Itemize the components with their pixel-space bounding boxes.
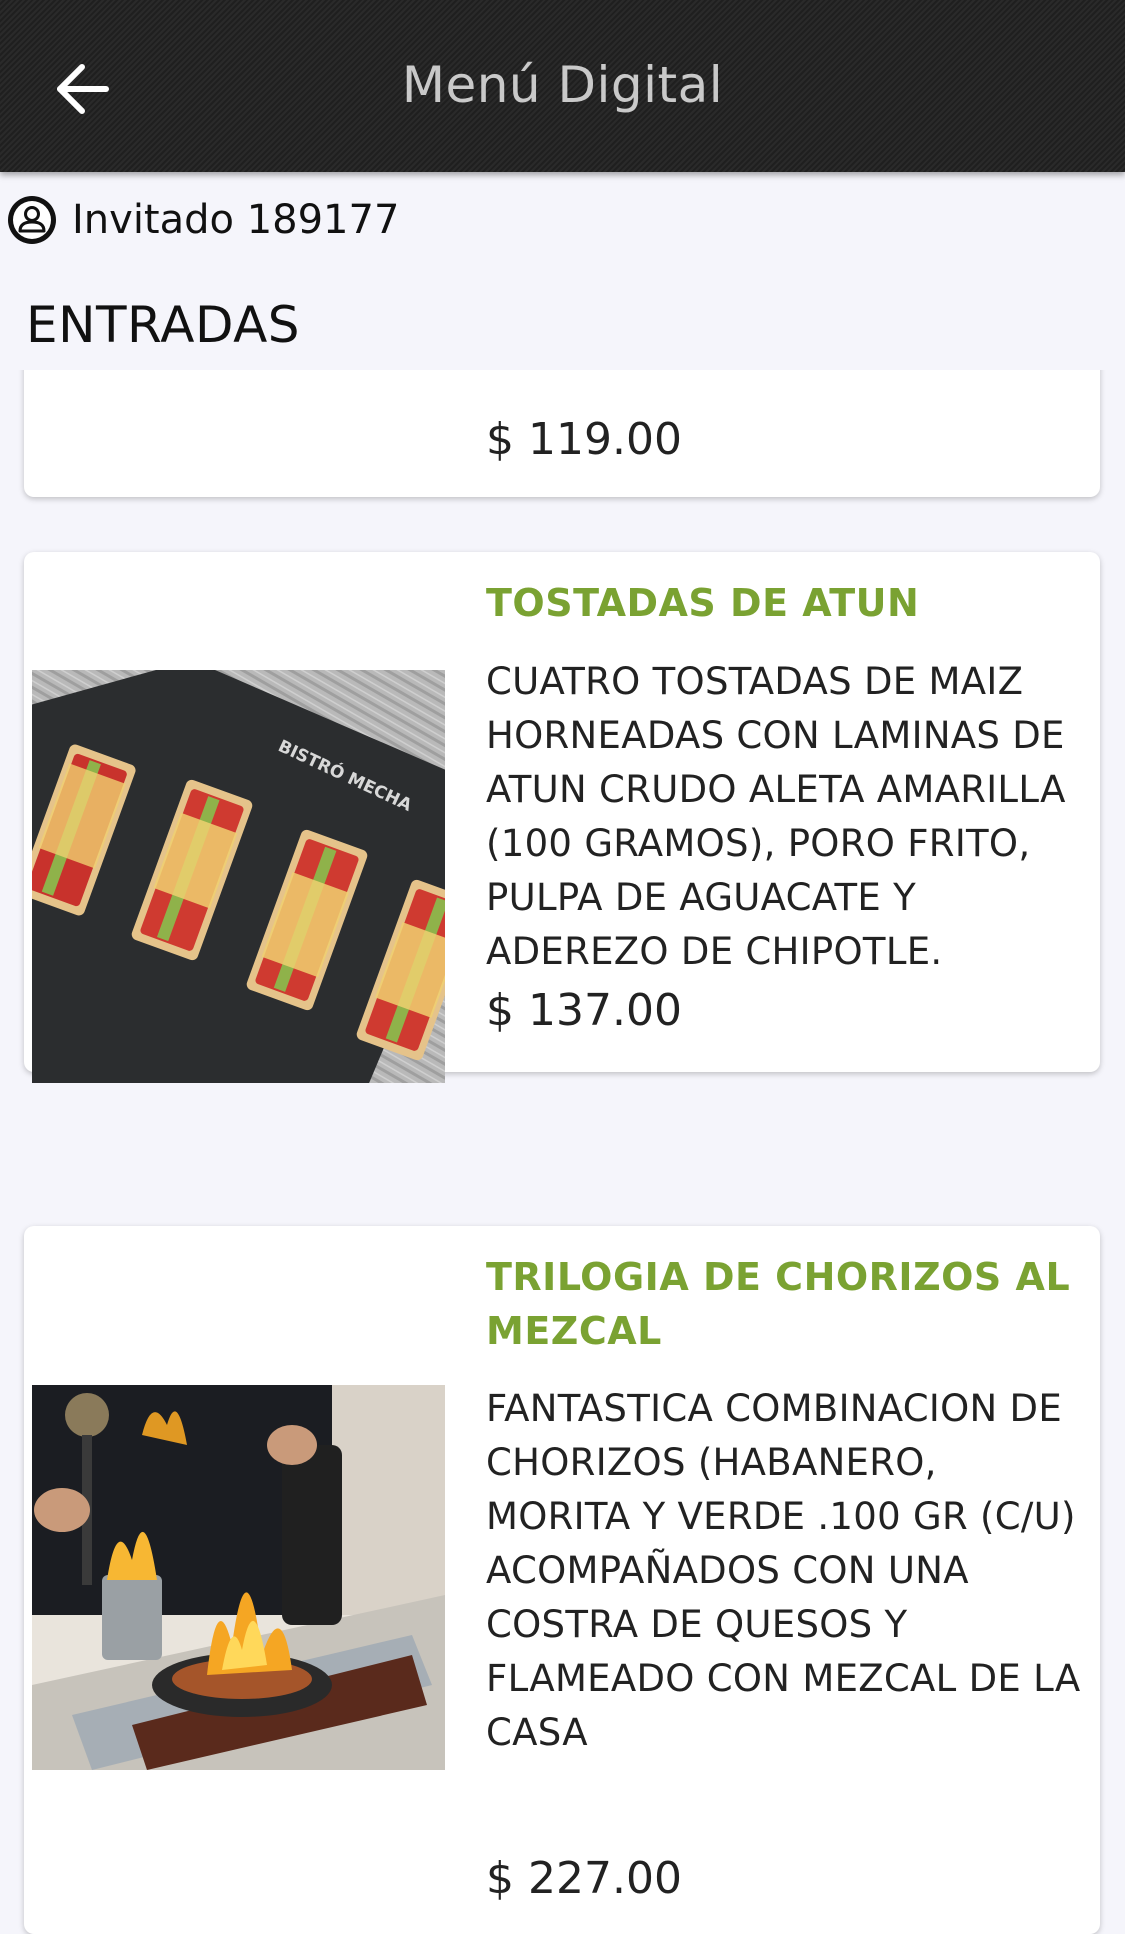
guest-name: Invitado 189177: [72, 197, 400, 243]
guest-info: Invitado 189177: [6, 192, 399, 248]
item-image: [32, 1385, 445, 1770]
page-title: Menú Digital: [401, 56, 724, 114]
item-price: $ 119.00: [486, 414, 682, 465]
section-title: ENTRADAS: [26, 296, 301, 354]
item-name: TOSTADAS DE ATUN: [486, 581, 920, 625]
item-image: BISTRÓ MECHA: [32, 670, 445, 1083]
item-description: CUATRO TOSTADAS DE MAIZ HORNEADAS CON LA…: [486, 660, 1066, 973]
item-name: TRILOGIA DE CHORIZOS AL MEZCAL: [486, 1255, 1071, 1353]
user-circle-icon: [8, 196, 56, 244]
item-description: FANTASTICA COMBINACION DE CHORIZOS (HABA…: [486, 1387, 1081, 1754]
top-app-bar: Menú Digital: [0, 0, 1125, 172]
item-price: $ 137.00: [486, 985, 682, 1036]
menu-item-card[interactable]: BISTRÓ MECHA TOSTADAS DE ATUN CUATRO TOS…: [24, 552, 1100, 1083]
menu-item-card[interactable]: $ 119.00: [24, 370, 1100, 497]
menu-item-card[interactable]: TRILOGIA DE CHORIZOS AL MEZCAL FANTASTIC…: [24, 1226, 1100, 1934]
item-price: $ 227.00: [486, 1853, 682, 1904]
menu-item-list[interactable]: $ 119.00 BISTRÓ MECHA TOSTADAS DE ATUN C…: [0, 370, 1125, 1934]
